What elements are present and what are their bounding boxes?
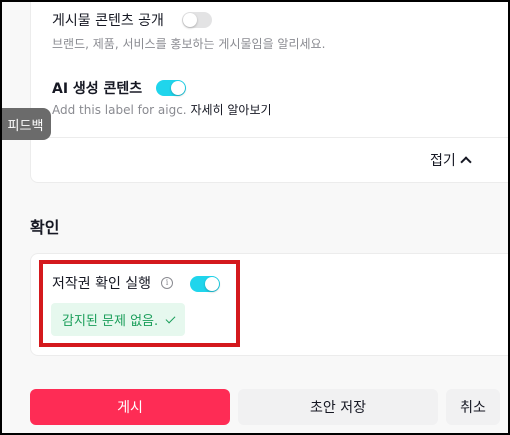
toggle-knob — [171, 81, 185, 95]
ai-content-title: AI 생성 콘텐츠 — [52, 81, 143, 97]
post-button[interactable]: 게시 — [30, 389, 230, 425]
ai-content-desc-text: Add this label for aigc. — [52, 103, 187, 117]
public-content-desc: 브랜드, 제품, 서비스를 홍보하는 게시물임을 알리세요. — [52, 37, 326, 51]
learn-more-link[interactable]: 자세히 알아보기 — [190, 103, 271, 117]
public-content-toggle[interactable] — [182, 12, 212, 28]
chevron-up-icon — [460, 156, 472, 168]
collapse-label: 접기 — [430, 153, 456, 169]
toggle-knob — [183, 13, 197, 27]
public-content-title: 게시물 콘텐츠 공개 — [52, 13, 164, 29]
ai-content-toggle[interactable] — [156, 80, 186, 96]
highlight-box — [39, 260, 240, 347]
check-section-title: 확인 — [30, 218, 60, 237]
cancel-button[interactable]: 취소 — [446, 389, 500, 425]
divider — [30, 137, 510, 138]
ai-content-desc: Add this label for aigc. 자세히 알아보기 — [52, 101, 272, 118]
collapse-button[interactable]: 접기 — [430, 150, 472, 170]
feedback-tab[interactable]: 피드백 — [0, 108, 51, 140]
save-draft-button[interactable]: 초안 저장 — [238, 389, 438, 425]
